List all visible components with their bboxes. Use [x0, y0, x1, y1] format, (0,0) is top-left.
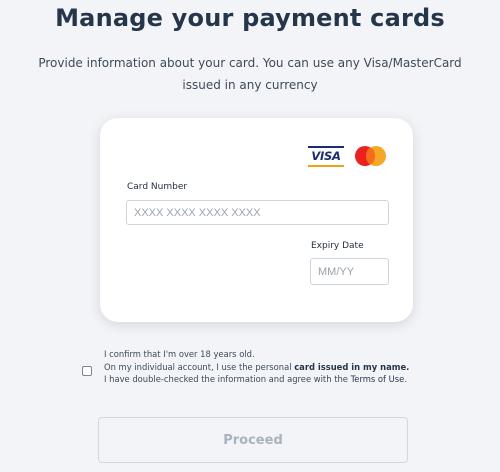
subtitle-line-1: Provide information about your card. You… — [38, 56, 462, 70]
card-brands: VISA — [308, 143, 387, 169]
card-number-placeholder: XXXX XXXX XXXX XXXX — [134, 206, 261, 219]
consent-line-personal-card: On my individual account, I use the pers… — [104, 361, 444, 374]
payment-cards-page: Manage your payment cards Provide inform… — [0, 0, 500, 472]
consent-line-terms: I have double-checked the information an… — [104, 373, 444, 386]
consent-line-age: I confirm that I'm over 18 years old. — [104, 349, 255, 359]
visa-bottom-stripe — [308, 164, 344, 167]
visa-icon: VISA — [308, 143, 344, 169]
consent-line3-text: I have double-checked the information an… — [104, 374, 351, 384]
visa-wordmark: VISA — [311, 148, 341, 163]
card-form-panel: VISA Card Number XXXX XXXX XXXX XXXX Exp… — [100, 118, 413, 322]
expiry-date-input[interactable]: MM/YY — [310, 258, 389, 285]
consent-text: I confirm that I'm over 18 years old. On… — [104, 348, 444, 386]
consent-line2-bold: card issued in my name. — [294, 361, 410, 372]
card-number-label: Card Number — [127, 182, 188, 192]
card-number-input[interactable]: XXXX XXXX XXXX XXXX — [126, 200, 389, 225]
consent-line3-end: . — [404, 374, 407, 384]
page-title: Manage your payment cards — [55, 4, 445, 32]
subtitle-line-2: issued in any currency — [182, 78, 318, 92]
mastercard-icon — [354, 145, 387, 167]
consent-checkbox[interactable] — [82, 366, 92, 376]
page-subtitle: Provide information about your card. You… — [38, 52, 462, 96]
expiry-date-label: Expiry Date — [311, 241, 364, 251]
expiry-date-placeholder: MM/YY — [318, 265, 355, 278]
mastercard-overlap — [366, 148, 375, 164]
proceed-button[interactable]: Proceed — [98, 417, 408, 463]
terms-of-use-link[interactable]: Terms of Use — [351, 374, 405, 384]
consent-line2-text: On my individual account, I use the pers… — [104, 361, 295, 372]
